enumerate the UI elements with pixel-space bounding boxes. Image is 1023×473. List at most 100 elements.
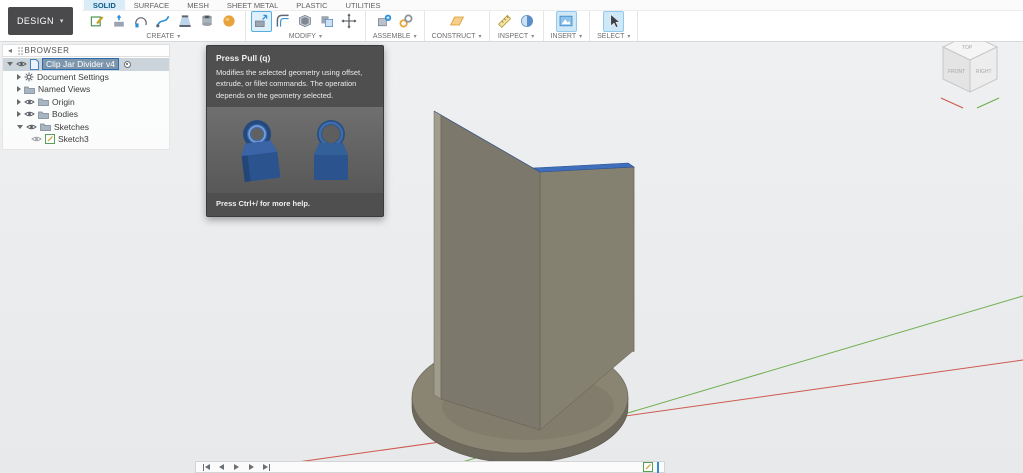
new-component-icon[interactable]	[373, 11, 394, 32]
tree-row-bodies[interactable]: Bodies	[3, 108, 169, 121]
modify-menu[interactable]: MODIFY ▾	[249, 31, 362, 41]
activate-component-radio[interactable]	[124, 61, 131, 68]
tree-row-sketches[interactable]: Sketches	[3, 121, 169, 134]
svg-text:FRONT: FRONT	[948, 69, 965, 75]
visibility-eye-icon[interactable]	[26, 123, 37, 131]
joint-icon[interactable]	[395, 11, 416, 32]
measure-icon[interactable]	[495, 11, 516, 32]
expand-closed-icon[interactable]	[17, 86, 21, 92]
visibility-eye-icon[interactable]	[24, 110, 35, 118]
step-forward-icon[interactable]	[246, 462, 257, 472]
insert-canvas-icon[interactable]	[556, 11, 577, 32]
sketch-icon	[643, 462, 653, 472]
clip-jar-divider-body[interactable]	[412, 111, 634, 463]
play-icon[interactable]	[231, 462, 242, 472]
browser-header: ◂ BROWSER	[2, 44, 170, 57]
sketch-icon	[45, 134, 55, 144]
hole-icon[interactable]	[197, 11, 218, 32]
tab-bar: SOLID SURFACE MESH SHEET METAL PLASTIC U…	[82, 0, 1023, 11]
extrude-icon[interactable]	[109, 11, 130, 32]
drag-handle-icon[interactable]	[18, 47, 20, 49]
press-pull-icon[interactable]	[251, 11, 272, 32]
press-pull-tooltip: Press Pull (q) Modifies the selected geo…	[206, 45, 384, 217]
chevron-down-icon: ▾	[627, 33, 630, 40]
toolbar: DESIGN ▾ SOLID SURFACE MESH SHEET METAL …	[0, 0, 1023, 42]
workspace-label: DESIGN	[17, 16, 54, 26]
timeline-cursor[interactable]	[657, 462, 659, 473]
loft-icon[interactable]	[175, 11, 196, 32]
browser-title: BROWSER	[25, 46, 70, 55]
skip-to-start-icon[interactable]	[201, 462, 212, 472]
browser-panel: ◂ BROWSER Clip Jar Divider v4 Document S…	[2, 44, 170, 150]
shell-icon[interactable]	[295, 11, 316, 32]
form-icon[interactable]	[219, 11, 240, 32]
svg-text:TOP: TOP	[962, 45, 973, 51]
tab-sheet-metal[interactable]: SHEET METAL	[218, 0, 287, 10]
ribbon: SOLID SURFACE MESH SHEET METAL PLASTIC U…	[82, 0, 1023, 41]
tab-utilities[interactable]: UTILITIES	[337, 0, 390, 10]
left-wall-end-face[interactable]	[434, 111, 441, 399]
chevron-down-icon: ▾	[579, 33, 582, 40]
chevron-down-icon: ▾	[479, 33, 482, 40]
insert-menu[interactable]: INSERT ▾	[547, 31, 587, 41]
toolbar-group-inspect: INSPECT ▾	[490, 11, 544, 41]
visibility-eye-icon[interactable]	[16, 60, 27, 68]
expand-open-icon[interactable]	[17, 125, 23, 129]
construction-plane-icon[interactable]	[446, 11, 467, 32]
chevron-down-icon: ▾	[60, 17, 64, 25]
toolbar-group-insert: INSERT ▾	[544, 11, 591, 41]
tab-surface[interactable]: SURFACE	[125, 0, 178, 10]
fillet-icon[interactable]	[273, 11, 294, 32]
tree-row-origin[interactable]: Origin	[3, 96, 169, 109]
sketch-feature-marker[interactable]	[643, 462, 653, 472]
section-analysis-icon[interactable]	[517, 11, 538, 32]
step-back-icon[interactable]	[216, 462, 227, 472]
gear-icon	[24, 72, 34, 82]
folder-icon	[24, 85, 35, 94]
toolbar-group-create: CREATE ▾	[82, 11, 246, 41]
construct-menu[interactable]: CONSTRUCT ▾	[428, 31, 486, 41]
expand-closed-icon[interactable]	[17, 74, 21, 80]
component-name[interactable]: Clip Jar Divider v4	[42, 58, 119, 70]
svg-text:RIGHT: RIGHT	[976, 69, 992, 75]
inspect-menu[interactable]: INSPECT ▾	[493, 31, 540, 41]
left-wall-front-face[interactable]	[441, 115, 540, 430]
expand-closed-icon[interactable]	[17, 99, 21, 105]
select-cursor-icon[interactable]	[603, 11, 624, 32]
expand-closed-icon[interactable]	[17, 111, 21, 117]
visibility-eye-icon[interactable]	[31, 135, 42, 143]
tree-row-named-views[interactable]: Named Views	[3, 83, 169, 96]
chevron-down-icon: ▾	[177, 33, 180, 40]
toolbar-group-assemble: ASSEMBLE ▾	[366, 11, 425, 41]
tree-row-sketch3[interactable]: Sketch3	[3, 133, 169, 146]
workspace-dropdown[interactable]: DESIGN ▾	[8, 7, 73, 35]
folder-icon	[40, 122, 51, 131]
clip-part-perspective-image	[233, 114, 285, 186]
skip-to-end-icon[interactable]	[261, 462, 272, 472]
create-menu[interactable]: CREATE ▾	[85, 31, 242, 41]
tree-row-component[interactable]: Clip Jar Divider v4	[3, 58, 169, 71]
folder-icon	[38, 97, 49, 106]
timeline-bar	[195, 461, 665, 473]
visibility-eye-icon[interactable]	[24, 98, 35, 106]
tooltip-body: Modifies the selected geometry using off…	[207, 63, 383, 101]
combine-icon[interactable]	[317, 11, 338, 32]
expand-open-icon[interactable]	[7, 62, 13, 66]
browser-collapse-icon[interactable]: ◂	[8, 46, 13, 55]
select-menu[interactable]: SELECT ▾	[593, 31, 634, 41]
clip-part-front-image	[305, 114, 357, 186]
tree-row-document-settings[interactable]: Document Settings	[3, 71, 169, 84]
tab-solid[interactable]: SOLID	[84, 0, 125, 10]
tooltip-title: Press Pull (q)	[207, 46, 383, 63]
tab-plastic[interactable]: PLASTIC	[287, 0, 336, 10]
sweep-icon[interactable]	[153, 11, 174, 32]
folder-icon	[38, 110, 49, 119]
revolve-icon[interactable]	[131, 11, 152, 32]
tab-mesh[interactable]: MESH	[178, 0, 218, 10]
chevron-down-icon: ▾	[531, 33, 534, 40]
browser-tree: Clip Jar Divider v4 Document Settings Na…	[2, 57, 170, 150]
create-sketch-icon[interactable]	[87, 11, 108, 32]
tooltip-footer: Press Ctrl+/ for more help.	[207, 193, 383, 216]
move-copy-icon[interactable]	[339, 11, 360, 32]
assemble-menu[interactable]: ASSEMBLE ▾	[369, 31, 421, 41]
